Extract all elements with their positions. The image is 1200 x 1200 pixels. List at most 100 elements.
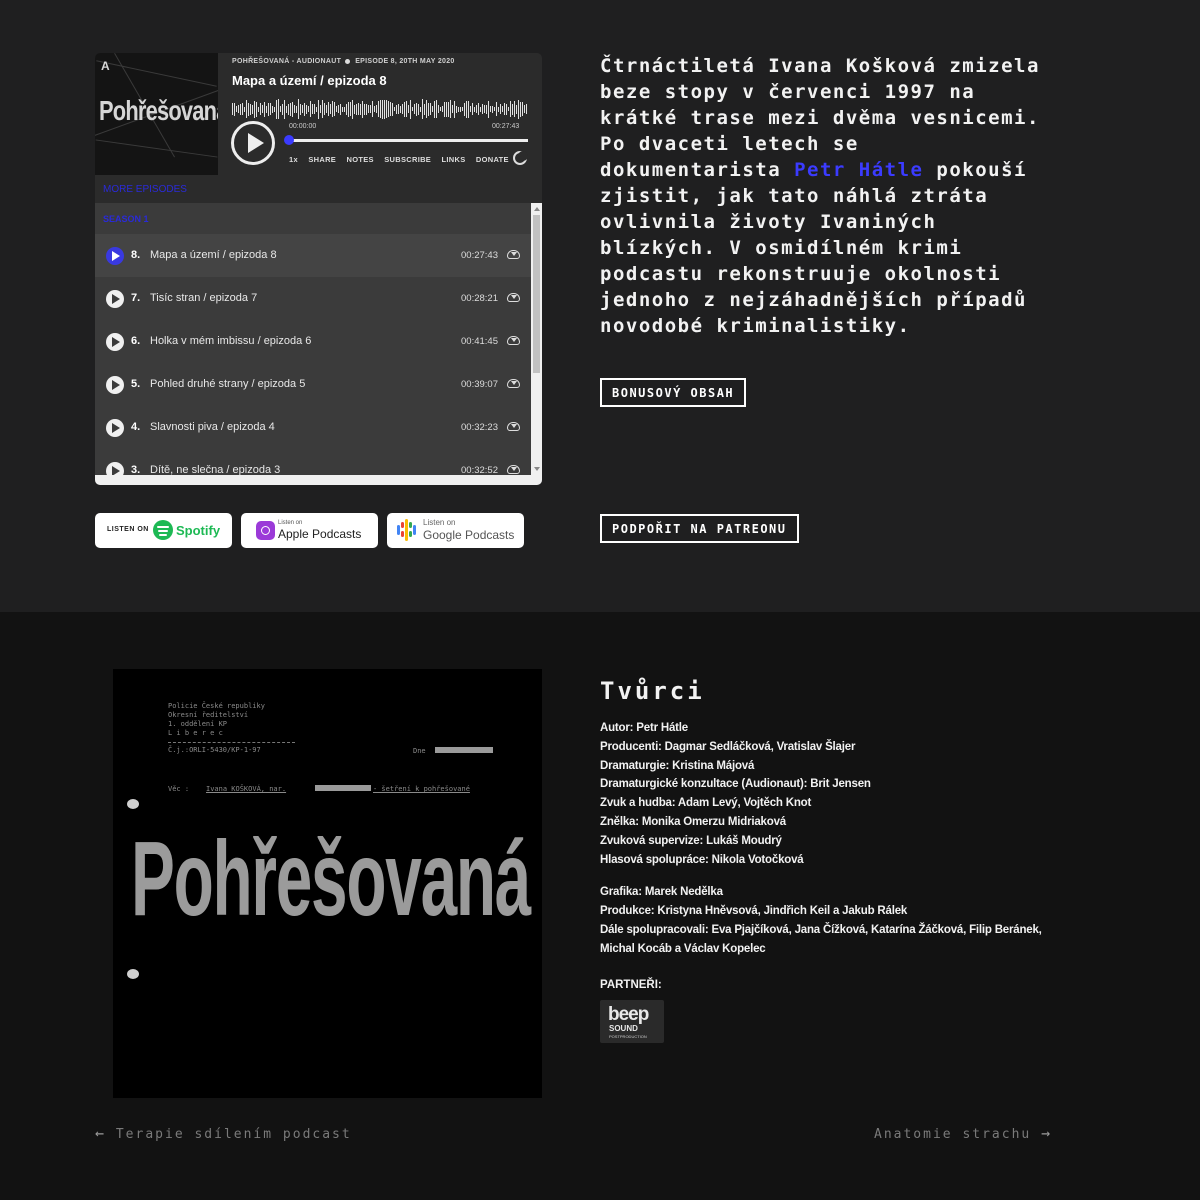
google-badge-big-text: Google Podcasts: [423, 528, 515, 542]
episode-title[interactable]: Dítě, ne slečna / epizoda 3: [150, 464, 280, 475]
next-podcast-link[interactable]: Anatomie strachu →: [874, 1124, 1052, 1142]
horizontal-scrollbar[interactable]: [95, 475, 542, 485]
player-info: POHŘEŠOVANÁ - AUDIONAUT EPISODE 8, 20TH M…: [232, 58, 532, 119]
episode-row[interactable]: 4. Slavnosti piva / epizoda 4 00:32:23: [95, 406, 531, 449]
episode-number: 7.: [131, 292, 141, 304]
punch-hole: [127, 969, 139, 979]
spotify-badge[interactable]: LISTEN ON Spotify: [95, 513, 232, 548]
episode-title[interactable]: Mapa a území / epizoda 8: [150, 249, 277, 261]
scroll-down-icon[interactable]: [534, 467, 540, 471]
artwork-doc-header: Policie České republiky Okresní ředitels…: [168, 702, 265, 737]
more-episodes-link[interactable]: MORE EPISODES: [103, 184, 187, 195]
google-badge-small-text: Listen on: [423, 518, 456, 527]
speed-button[interactable]: 1x: [289, 155, 298, 164]
episode-list: SEASON 1 8. Mapa a území / epizoda 8 00:…: [95, 203, 542, 485]
prev-podcast-link[interactable]: ← Terapie sdílením podcast: [95, 1124, 352, 1142]
artwork-title: Pohřešovaná: [131, 820, 531, 938]
episode-title[interactable]: Slavnosti piva / epizoda 4: [150, 421, 275, 433]
episode-duration: 00:27:43: [461, 250, 498, 261]
duration-time: 00:27:43: [492, 123, 520, 130]
episode-number: 5.: [131, 378, 141, 390]
waveform[interactable]: [232, 99, 528, 119]
download-icon[interactable]: [507, 379, 520, 388]
podcast-player: A Pohřešovaná POHŘEŠOVANÁ - AUDIONAUT EPI…: [95, 53, 542, 485]
download-icon[interactable]: [507, 250, 520, 259]
episode-duration: 00:28:21: [461, 293, 498, 304]
play-icon[interactable]: [106, 290, 124, 308]
credit-line: Zvuk a hudba: Adam Levý, Vojtěch Knot: [600, 797, 812, 810]
apple-badge-big-text: Apple Podcasts: [278, 527, 362, 541]
scrollbar-thumb[interactable]: [533, 215, 540, 373]
spotify-badge-small-text: LISTEN ON: [107, 526, 149, 533]
progress-thumb[interactable]: [284, 135, 294, 145]
download-icon[interactable]: [507, 293, 520, 302]
artwork-doc-subject-tail: - šetření k pohřešované: [373, 785, 470, 793]
artwork-doc-subject: Ivana KOŠKOVÁ, nar.: [206, 785, 287, 793]
episode-duration: 00:39:07: [461, 379, 498, 390]
apple-podcasts-badge[interactable]: Listen on Apple Podcasts: [241, 513, 378, 548]
season-label[interactable]: SEASON 1: [103, 214, 149, 224]
artwork-doc-date-label: Dne: [413, 747, 426, 755]
episode-number: 6.: [131, 335, 141, 347]
episode-row[interactable]: 6. Holka v mém imbissu / epizoda 6 00:41…: [95, 320, 531, 363]
google-podcasts-badge[interactable]: Listen on Google Podcasts: [387, 513, 524, 548]
episode-row[interactable]: 5. Pohled druhé strany / epizoda 5 00:39…: [95, 363, 531, 406]
progress-track[interactable]: [288, 139, 528, 142]
subscribe-button[interactable]: SUBSCRIBE: [384, 155, 431, 164]
play-icon[interactable]: [106, 462, 124, 475]
play-icon[interactable]: [106, 419, 124, 437]
credit-line: Hlasová spolupráce: Nikola Votočková: [600, 853, 804, 866]
artwork-doc-subject-label: Věc :: [168, 785, 190, 793]
podcast-description: Čtrnáctiletá Ivana Košková zmizela beze …: [600, 53, 1050, 339]
episode-row[interactable]: 7. Tisíc stran / epizoda 7 00:28:21: [95, 277, 531, 320]
share-button[interactable]: SHARE: [308, 155, 336, 164]
episode-row[interactable]: 3. Dítě, ne slečna / epizoda 3 00:32:52: [95, 449, 531, 475]
episode-list-scrollbar[interactable]: [531, 203, 542, 475]
episode-title[interactable]: Pohled druhé strany / epizoda 5: [150, 378, 305, 390]
credit-line: Dále spolupracovali: Eva Pjajčíková, Jan…: [600, 923, 1042, 955]
notes-button[interactable]: NOTES: [347, 155, 374, 164]
credit-line: Grafika: Marek Nedělka: [600, 886, 723, 899]
player-meta: POHŘEŠOVANÁ - AUDIONAUT EPISODE 8, 20TH M…: [232, 58, 532, 70]
play-icon[interactable]: [106, 376, 124, 394]
download-icon[interactable]: [507, 422, 520, 431]
partners-label: PARTNEŘI:: [600, 978, 662, 991]
prev-podcast-label: Terapie sdílením podcast: [115, 1127, 352, 1142]
next-podcast-label: Anatomie strachu: [874, 1127, 1032, 1142]
podcast-intro-section: A Pohřešovaná POHŘEŠOVANÁ - AUDIONAUT EPI…: [0, 0, 1200, 612]
player-cover-art: A Pohřešovaná: [95, 53, 218, 175]
credits-heading: Tvůrci: [600, 677, 705, 705]
arrow-right-icon: →: [1041, 1124, 1053, 1142]
episode-duration: 00:32:23: [461, 422, 498, 433]
play-button[interactable]: [231, 121, 275, 165]
episode-title[interactable]: Holka v mém imbissu / epizoda 6: [150, 335, 311, 347]
player-show-name: POHŘEŠOVANÁ - AUDIONAUT: [232, 58, 342, 65]
dark-mode-icon[interactable]: [513, 151, 528, 165]
scroll-up-icon[interactable]: [534, 207, 540, 211]
punch-hole: [127, 799, 139, 809]
episode-number: 4.: [131, 421, 141, 433]
credit-line: Znělka: Monika Omerzu Midriaková: [600, 815, 786, 828]
download-icon[interactable]: [507, 465, 520, 474]
download-icon[interactable]: [507, 336, 520, 345]
patreon-support-button[interactable]: PODPOŘIT NA PATREONU: [600, 514, 799, 543]
author-link[interactable]: Petr Hátle: [794, 159, 923, 181]
credit-line: Produkce: Kristyna Hněvsová, Jindřich Ke…: [600, 905, 908, 918]
audionaut-logo: A: [101, 59, 110, 73]
credits-block: Tvůrci Autor: Petr Hátle Producenti: Dag…: [600, 677, 1060, 1043]
links-button[interactable]: LINKS: [442, 155, 466, 164]
episode-duration: 00:41:45: [461, 336, 498, 347]
donate-button[interactable]: DONATE: [476, 155, 509, 164]
bonus-content-button[interactable]: BONUSOVÝ OBSAH: [600, 378, 747, 407]
play-icon[interactable]: [106, 333, 124, 351]
beep-sound-logo[interactable]: beep SOUND POSTPRODUCTION: [600, 1000, 664, 1043]
credit-line: Autor: Petr Hátle: [600, 722, 688, 734]
episode-row[interactable]: 8. Mapa a území / epizoda 8 00:27:43: [95, 234, 531, 277]
episode-title[interactable]: Tisíc stran / epizoda 7: [150, 292, 257, 304]
arrow-left-icon: ←: [95, 1124, 107, 1142]
player-episode-title: Mapa a území / epizoda 8: [232, 73, 387, 88]
play-icon[interactable]: [106, 247, 124, 265]
podcast-artwork: Policie České republiky Okresní ředitels…: [113, 669, 542, 1098]
credit-line: Zvuková supervize: Lukáš Moudrý: [600, 834, 782, 847]
apple-badge-small-text: Listen on: [278, 520, 303, 526]
